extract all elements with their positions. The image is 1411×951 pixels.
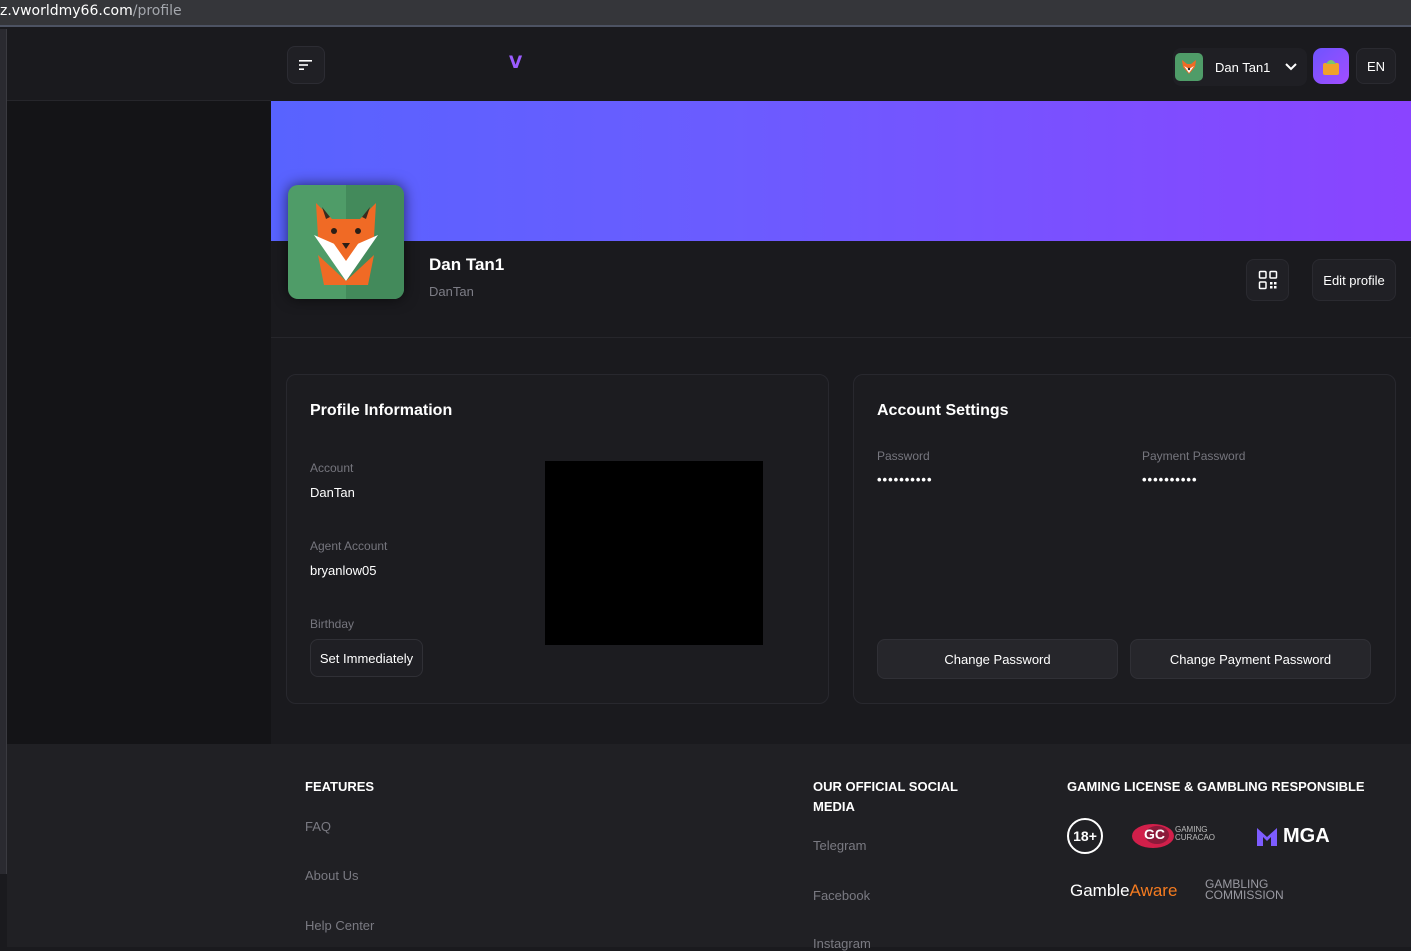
account-value: DanTan — [310, 485, 355, 500]
footer-link-instagram[interactable]: Instagram — [813, 936, 871, 951]
password-value: •••••••••• — [877, 472, 933, 487]
birthday-label: Birthday — [310, 617, 355, 631]
account-label: Account — [310, 461, 354, 475]
footer-social-title-line1: OUR OFFICIAL SOCIAL — [813, 779, 958, 794]
shop-button[interactable] — [1313, 48, 1349, 84]
mga-text: MGA — [1283, 825, 1330, 847]
avatar — [1175, 53, 1203, 81]
sidebar — [7, 29, 271, 744]
gambling-commission-logo: GAMBLING COMMISSION — [1205, 878, 1284, 902]
footer-link-facebook[interactable]: Facebook — [813, 888, 870, 903]
qr-code-icon — [1258, 270, 1277, 290]
commission-line2: COMMISSION — [1205, 888, 1284, 902]
footer-license-title: GAMING LICENSE & GAMBLING RESPONSIBLE — [1067, 779, 1365, 794]
fox-icon — [1182, 60, 1196, 74]
agent-account-label: Agent Account — [310, 539, 388, 553]
gc-sub-line2: CURACAO — [1175, 833, 1216, 842]
age-18-plus-badge: 18+ — [1067, 818, 1103, 854]
set-birthday-button[interactable]: Set Immediately — [310, 639, 423, 677]
section-divider — [271, 337, 1411, 338]
password-label: Password — [877, 449, 930, 463]
aware-text: Aware — [1129, 881, 1178, 900]
gc-subtext: GAMING CURACAO — [1175, 826, 1215, 842]
shop-bag-icon — [1323, 60, 1339, 75]
browser-url-bar[interactable]: z.vworldmy66.com/profile — [0, 0, 1411, 27]
user-name: Dan Tan1 — [1215, 59, 1271, 75]
footer-link-about-us[interactable]: About Us — [305, 868, 358, 883]
footer-link-help-center[interactable]: Help Center — [305, 918, 374, 933]
url-path: /profile — [132, 3, 182, 19]
footer-social-title: OUR OFFICIAL SOCIAL MEDIA — [813, 777, 958, 817]
mga-icon — [1257, 828, 1277, 846]
language-selector[interactable]: EN — [1356, 48, 1396, 84]
change-payment-password-button[interactable]: Change Payment Password — [1130, 639, 1371, 679]
payment-password-value: •••••••••• — [1142, 472, 1198, 487]
profile-banner — [271, 101, 1411, 241]
footer-link-faq[interactable]: FAQ — [305, 819, 331, 834]
change-password-button[interactable]: Change Password — [877, 639, 1118, 679]
chevron-down-icon — [1285, 63, 1298, 71]
agent-account-value: bryanlow05 — [310, 563, 377, 578]
gamble-text: Gamble — [1070, 881, 1130, 900]
sidebar-header — [7, 29, 271, 101]
gaming-curacao-logo: GC GAMING CURACAO — [1131, 821, 1226, 851]
site-logo[interactable]: V — [509, 53, 522, 73]
footer-social-title-line2: MEDIA — [813, 799, 855, 814]
account-settings-title: Account Settings — [877, 402, 1009, 419]
redacted-area — [545, 461, 763, 645]
gamble-aware-logo: GambleAware — [1070, 881, 1177, 901]
app-root: V Dan Tan1 EN Dan Tan1 DanTan Edit profi… — [0, 29, 1411, 951]
url-host: z.vworldmy66.com — [0, 3, 133, 19]
gc-text: GC — [1144, 826, 1165, 842]
user-menu[interactable]: Dan Tan1 — [1173, 48, 1307, 86]
mga-logo: MGA — [1256, 825, 1336, 849]
profile-avatar — [288, 185, 404, 299]
left-scroll-edge — [0, 29, 7, 874]
footer-link-telegram[interactable]: Telegram — [813, 838, 866, 853]
profile-username: DanTan — [429, 284, 474, 299]
edit-profile-button[interactable]: Edit profile — [1312, 259, 1396, 301]
profile-display-name: Dan Tan1 — [429, 255, 505, 274]
fox-avatar-icon — [314, 185, 404, 299]
qr-code-button[interactable] — [1246, 259, 1289, 301]
footer-features-title: FEATURES — [305, 779, 375, 794]
payment-password-label: Payment Password — [1142, 449, 1246, 463]
profile-information-title: Profile Information — [310, 402, 453, 419]
menu-icon — [299, 60, 312, 70]
menu-toggle-button[interactable] — [287, 46, 325, 84]
